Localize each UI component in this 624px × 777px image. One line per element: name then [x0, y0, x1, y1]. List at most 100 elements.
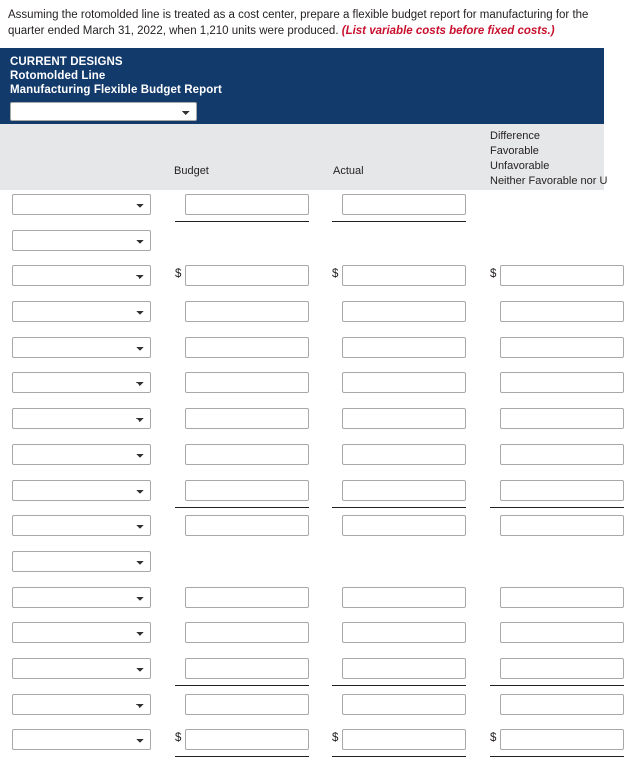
row-fixed-3 — [0, 654, 624, 690]
row-fixed-2-difference-input[interactable] — [500, 622, 624, 644]
row-variable-4-actual-input[interactable] — [342, 372, 466, 394]
worksheet-rows: $ $ $ $ $ $ — [0, 190, 624, 761]
row-variable-4-budget-input[interactable] — [185, 372, 309, 394]
row-variable-5-difference-input[interactable] — [500, 408, 624, 430]
row-label-select[interactable] — [12, 336, 151, 358]
row-fixed-2-budget-input[interactable] — [185, 622, 309, 644]
row-variable-6-difference-input[interactable] — [500, 443, 624, 465]
subtotal-rule — [332, 506, 466, 508]
row-label-select[interactable] — [12, 729, 151, 751]
row-label-select-wrapper — [12, 479, 151, 501]
row-fixed-3-difference-input[interactable] — [500, 657, 624, 679]
row-label-select[interactable] — [12, 622, 151, 644]
column-header-budget: Budget — [174, 165, 209, 177]
row-label-select-wrapper — [12, 443, 151, 465]
currency-symbol: $ — [490, 732, 497, 745]
currency-symbol: $ — [332, 732, 339, 745]
row-grand-total-difference-input[interactable] — [500, 729, 624, 751]
row-variable-7-actual-input[interactable] — [342, 479, 466, 501]
row-variable-2 — [0, 297, 624, 333]
row-units-actual-input[interactable] — [342, 194, 466, 215]
row-grand-total-budget-input[interactable] — [185, 729, 309, 751]
row-fixed-total-actual-input[interactable] — [342, 693, 466, 715]
row-fixed-1-difference-input[interactable] — [500, 586, 624, 608]
report-line: Rotomolded Line — [10, 70, 106, 82]
row-variable-2-budget-input[interactable] — [185, 301, 309, 323]
row-fixed-1-actual-input[interactable] — [342, 586, 466, 608]
row-fixed-total-difference-input[interactable] — [500, 693, 624, 715]
row-label-select[interactable] — [12, 194, 151, 215]
row-variable-5-budget-input[interactable] — [185, 408, 309, 430]
subtotal-rule — [175, 684, 309, 686]
worksheet-page: Assuming the rotomolded line is treated … — [0, 0, 624, 777]
row-variable-4-difference-input[interactable] — [500, 372, 624, 394]
question-prompt: Assuming the rotomolded line is treated … — [0, 0, 612, 39]
row-label-select[interactable] — [12, 479, 151, 501]
row-variable-7-difference-input[interactable] — [500, 479, 624, 501]
currency-symbol: $ — [332, 268, 339, 281]
row-variable-5-actual-input[interactable] — [342, 408, 466, 430]
row-variable-6-actual-input[interactable] — [342, 443, 466, 465]
prompt-hint: (List variable costs before fixed costs.… — [341, 24, 555, 37]
row-fixed-total-budget-input[interactable] — [185, 693, 309, 715]
row-label-select-wrapper — [12, 408, 151, 430]
row-label-select-wrapper — [12, 729, 151, 751]
row-variable-2-difference-input[interactable] — [500, 301, 624, 323]
row-label-select[interactable] — [12, 515, 151, 537]
row-section-variable — [0, 226, 624, 262]
row-label-select[interactable] — [12, 229, 151, 251]
currency-symbol: $ — [490, 268, 497, 281]
report-company: CURRENT DESIGNS — [10, 56, 123, 68]
report-header: CURRENT DESIGNS Rotomolded Line Manufact… — [0, 48, 604, 124]
row-variable-total-difference-input[interactable] — [500, 515, 624, 537]
row-fixed-1-budget-input[interactable] — [185, 586, 309, 608]
row-label-select-wrapper — [12, 229, 151, 251]
row-variable-6 — [0, 440, 624, 476]
row-variable-1-budget-input[interactable] — [185, 265, 309, 287]
row-variable-total — [0, 511, 624, 547]
row-label-select-wrapper — [12, 586, 151, 608]
row-fixed-2-actual-input[interactable] — [342, 622, 466, 644]
row-variable-total-budget-input[interactable] — [185, 515, 309, 537]
row-label-select[interactable] — [12, 265, 151, 287]
row-variable-2-actual-input[interactable] — [342, 301, 466, 323]
row-variable-3-difference-input[interactable] — [500, 336, 624, 358]
row-label-select[interactable] — [12, 550, 151, 572]
row-grand-total-actual-input[interactable] — [342, 729, 466, 751]
row-label-select[interactable] — [12, 586, 151, 608]
row-variable-7 — [0, 476, 624, 512]
row-label-select[interactable] — [12, 372, 151, 394]
row-variable-3-budget-input[interactable] — [185, 336, 309, 358]
column-header-difference: Difference Favorable Unfavorable Neither… — [490, 129, 607, 189]
row-label-select[interactable] — [12, 657, 151, 679]
row-variable-3-actual-input[interactable] — [342, 336, 466, 358]
row-fixed-3-actual-input[interactable] — [342, 657, 466, 679]
subtotal-rule — [332, 684, 466, 686]
row-variable-1-actual-input[interactable] — [342, 265, 466, 287]
row-variable-4 — [0, 368, 624, 404]
column-header-band: Budget Actual Difference Favorable Unfav… — [0, 124, 607, 190]
column-header-actual: Actual — [333, 165, 364, 177]
row-label-select[interactable] — [12, 408, 151, 430]
row-label-select-wrapper — [12, 372, 151, 394]
row-variable-7-budget-input[interactable] — [185, 479, 309, 501]
row-units-budget-input[interactable] — [185, 194, 309, 215]
row-label-select[interactable] — [12, 693, 151, 715]
row-variable-6-budget-input[interactable] — [185, 443, 309, 465]
row-label-select[interactable] — [12, 443, 151, 465]
report-period-select[interactable] — [10, 101, 197, 121]
row-fixed-3-budget-input[interactable] — [185, 657, 309, 679]
subtotal-rule — [175, 506, 309, 508]
row-label-select-wrapper — [12, 693, 151, 715]
row-section-fixed — [0, 547, 624, 583]
row-fixed-2 — [0, 618, 624, 654]
row-variable-total-actual-input[interactable] — [342, 515, 466, 537]
row-label-select-wrapper — [12, 622, 151, 644]
row-variable-1-difference-input[interactable] — [500, 265, 624, 287]
report-title: Manufacturing Flexible Budget Report — [10, 84, 222, 96]
row-label-select-wrapper — [12, 194, 151, 215]
currency-symbol: $ — [175, 732, 182, 745]
difference-line-2: Favorable — [490, 145, 539, 157]
row-label-select[interactable] — [12, 301, 151, 323]
row-label-select-wrapper — [12, 657, 151, 679]
